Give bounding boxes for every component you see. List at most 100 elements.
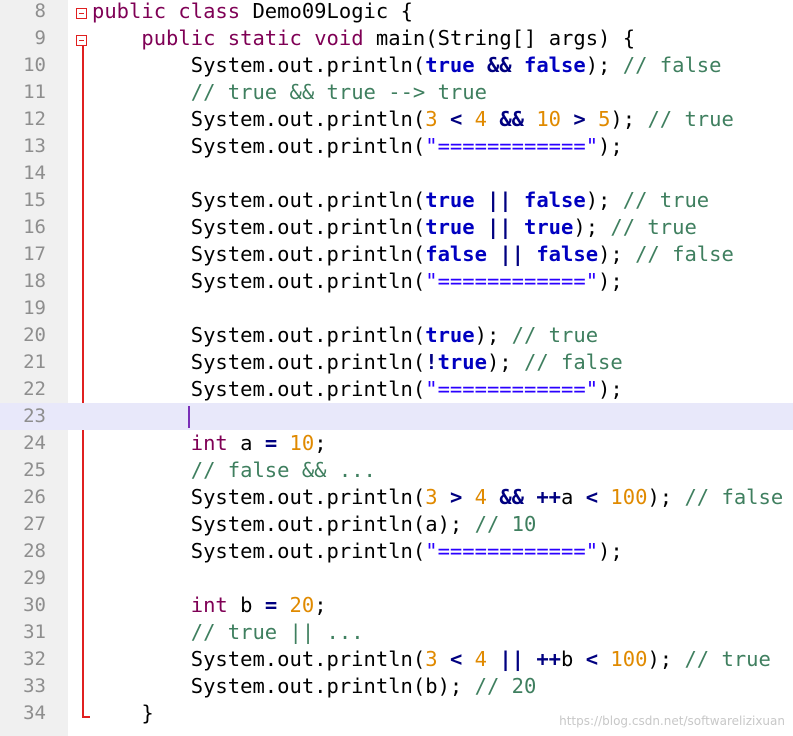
code-token: static bbox=[227, 26, 302, 50]
code-line[interactable]: 18 System.out.println("============"); bbox=[0, 268, 793, 295]
code-token: ); bbox=[647, 485, 685, 509]
code-token: "============" bbox=[425, 269, 599, 293]
code-line[interactable]: 11 // true && true --> true bbox=[0, 79, 793, 106]
code-line[interactable]: 27 System.out.println(a); // 10 bbox=[0, 511, 793, 538]
code-line[interactable]: 25 // false && ... bbox=[0, 457, 793, 484]
code-token: System.out.println( bbox=[92, 242, 426, 266]
code-token: false bbox=[524, 53, 586, 77]
code-line[interactable]: 15 System.out.println(true || false); //… bbox=[0, 187, 793, 214]
code-token: 100 bbox=[610, 485, 648, 509]
code-token: && bbox=[499, 107, 524, 131]
code-line[interactable]: 24 int a = 10; bbox=[0, 430, 793, 457]
code-text: // true || ... bbox=[92, 619, 364, 646]
code-line[interactable]: 17 System.out.println(false || false); /… bbox=[0, 241, 793, 268]
code-line[interactable]: 21 System.out.println(!true); // false bbox=[0, 349, 793, 376]
code-line[interactable]: 22 System.out.println("============"); bbox=[0, 376, 793, 403]
line-number: 26 bbox=[23, 486, 46, 508]
line-number: 13 bbox=[23, 135, 46, 157]
line-number: 32 bbox=[23, 648, 46, 670]
line-number: 11 bbox=[23, 81, 46, 103]
line-number: 27 bbox=[23, 513, 46, 535]
code-token: // true bbox=[647, 107, 734, 131]
code-line[interactable]: 14 bbox=[0, 160, 793, 187]
line-number: 12 bbox=[23, 108, 46, 130]
code-token: ! bbox=[425, 350, 438, 374]
code-token: 4 bbox=[474, 485, 487, 509]
line-number: 33 bbox=[23, 675, 46, 697]
code-token: System.out.println( bbox=[92, 134, 426, 158]
code-line[interactable]: 29 bbox=[0, 565, 793, 592]
code-token: ); bbox=[585, 53, 623, 77]
code-token: // false bbox=[524, 350, 623, 374]
code-line[interactable]: 8 public class Demo09Logic { bbox=[0, 0, 793, 25]
code-token: "============" bbox=[425, 134, 599, 158]
code-token: // false && ... bbox=[190, 458, 376, 482]
code-text: System.out.println("============"); bbox=[92, 133, 623, 160]
code-token: < bbox=[585, 647, 599, 671]
code-token: true bbox=[437, 350, 487, 374]
code-line[interactable]: 13 System.out.println("============"); bbox=[0, 133, 793, 160]
code-token: ; bbox=[314, 431, 327, 455]
code-token: = bbox=[264, 431, 278, 455]
line-number: 20 bbox=[23, 324, 46, 346]
code-line[interactable]: 10 System.out.println(true && false); //… bbox=[0, 52, 793, 79]
code-line-current[interactable]: 23 bbox=[0, 403, 793, 430]
code-line[interactable]: 31 // true || ... bbox=[0, 619, 793, 646]
line-number: 19 bbox=[23, 297, 46, 319]
code-token: 5 bbox=[598, 107, 611, 131]
code-token: System.out.println( bbox=[92, 323, 426, 347]
code-text: public class Demo09Logic { bbox=[92, 0, 413, 25]
code-token: // 10 bbox=[474, 512, 537, 536]
line-number: 17 bbox=[23, 243, 46, 265]
code-token: ); bbox=[598, 134, 623, 158]
code-token: void bbox=[314, 26, 364, 50]
code-text: System.out.println(true && false); // fa… bbox=[92, 52, 722, 79]
code-line[interactable]: 32 System.out.println(3 < 4 || ++b < 100… bbox=[0, 646, 793, 673]
code-line[interactable]: 30 int b = 20; bbox=[0, 592, 793, 619]
code-token: b bbox=[561, 647, 586, 671]
line-number: 31 bbox=[23, 621, 46, 643]
code-line[interactable]: 28 System.out.println("============"); bbox=[0, 538, 793, 565]
code-token: ); bbox=[486, 350, 524, 374]
code-line[interactable]: 26 System.out.println(3 > 4 && ++a < 100… bbox=[0, 484, 793, 511]
code-token: int bbox=[190, 593, 228, 617]
code-token: System.out.println( bbox=[92, 269, 426, 293]
code-editor[interactable]: 8 public class Demo09Logic {9 public stat… bbox=[0, 0, 793, 736]
code-token: 3 bbox=[425, 107, 438, 131]
line-number: 18 bbox=[23, 270, 46, 292]
code-token: false bbox=[425, 242, 487, 266]
code-token: 4 bbox=[474, 107, 487, 131]
code-line[interactable]: 19 bbox=[0, 295, 793, 322]
line-number: 14 bbox=[23, 162, 46, 184]
code-token: 3 bbox=[425, 485, 438, 509]
code-token: || bbox=[499, 647, 524, 671]
code-token: 3 bbox=[425, 647, 438, 671]
code-token: 10 bbox=[289, 431, 315, 455]
code-line[interactable]: 20 System.out.println(true); // true bbox=[0, 322, 793, 349]
code-token: ); bbox=[598, 539, 623, 563]
code-text: System.out.println(3 < 4 && 10 > 5); // … bbox=[92, 106, 734, 133]
code-line[interactable]: 12 System.out.println(3 < 4 && 10 > 5); … bbox=[0, 106, 793, 133]
code-token: true bbox=[524, 215, 574, 239]
code-token: "============" bbox=[425, 377, 599, 401]
code-token: "============" bbox=[425, 539, 599, 563]
code-token: // true bbox=[684, 647, 771, 671]
code-line[interactable]: 16 System.out.println(true || true); // … bbox=[0, 214, 793, 241]
code-text: // false && ... bbox=[92, 457, 376, 484]
code-token: a bbox=[227, 431, 265, 455]
code-token: // false bbox=[635, 242, 734, 266]
code-line[interactable]: 9 public static void main(String[] args)… bbox=[0, 25, 793, 52]
code-line[interactable]: 33 System.out.println(b); // 20 bbox=[0, 673, 793, 700]
